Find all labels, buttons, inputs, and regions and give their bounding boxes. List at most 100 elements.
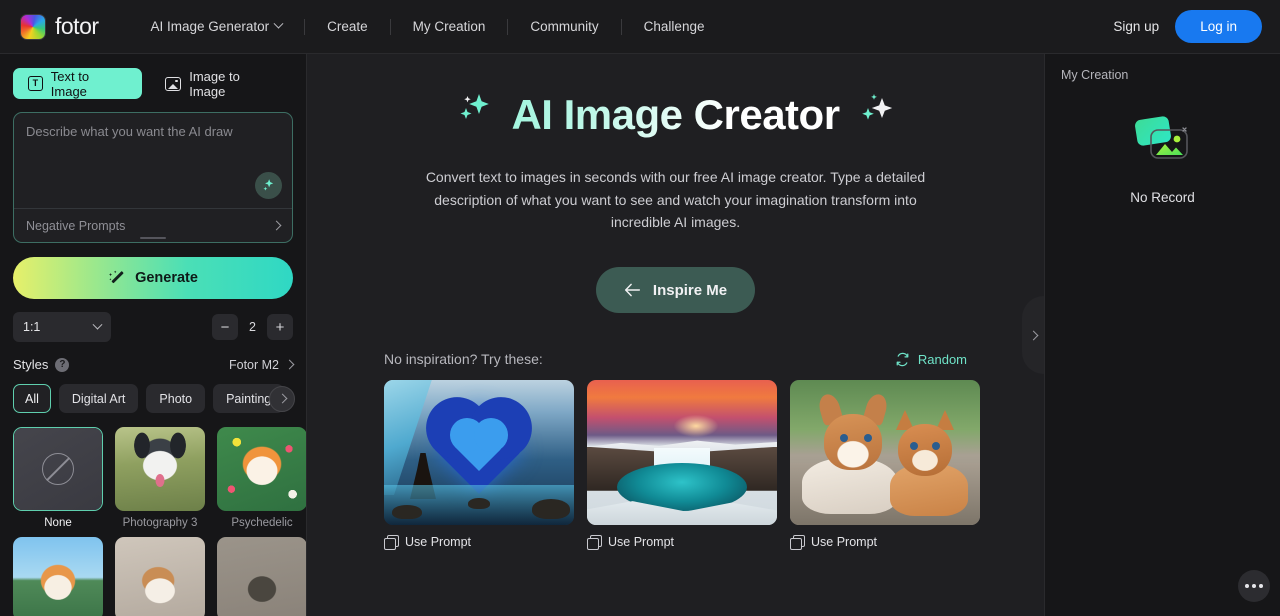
style-thumbnail <box>217 537 306 616</box>
prompt-input-container[interactable]: Describe what you want the AI draw Negat… <box>13 112 293 243</box>
panel-collapse-handle[interactable] <box>1022 296 1044 374</box>
style-preview-image <box>115 537 205 616</box>
question-icon[interactable]: ? <box>55 357 70 372</box>
inspiration-card-list: Use Prompt Use Prompt Use Prompt <box>307 380 1044 551</box>
account-actions: Sign up Log in <box>1113 10 1262 43</box>
left-settings-panel: T Text to Image Image to Image Describe … <box>0 54 307 616</box>
use-prompt-label: Use Prompt <box>608 535 674 550</box>
style-label: Photography 3 <box>122 517 198 529</box>
sample-image-heart[interactable] <box>384 380 574 526</box>
style-preview-image <box>115 427 205 511</box>
aspect-ratio-select[interactable]: 1:1 <box>13 312 111 342</box>
refresh-icon <box>895 352 910 367</box>
nav-item-create[interactable]: Create <box>305 12 390 42</box>
empty-state: No Record <box>1061 110 1264 205</box>
page-title: AI Image Creator <box>453 90 897 140</box>
style-categories-next-button[interactable] <box>269 385 295 412</box>
count-decrease-button[interactable]: − <box>212 314 238 340</box>
style-thumbnail <box>13 537 103 616</box>
style-preview-image <box>217 427 306 511</box>
model-selector[interactable]: Fotor M2 <box>228 357 295 372</box>
no-style-icon <box>14 428 102 510</box>
copy-icon <box>587 535 602 551</box>
style-preview-image <box>217 537 306 616</box>
style-thumbnail <box>13 427 103 511</box>
inspiration-card: Use Prompt <box>384 380 574 551</box>
text-icon: T <box>28 76 43 91</box>
use-prompt-button[interactable]: Use Prompt <box>587 535 777 551</box>
copy-icon <box>384 535 399 551</box>
style-option-psychedelic[interactable]: Psychedelic <box>217 427 306 529</box>
style-category-all[interactable]: All <box>13 384 51 413</box>
sample-artwork <box>384 380 574 526</box>
chevron-down-icon <box>92 319 103 330</box>
sample-image-waterfall[interactable] <box>587 380 777 526</box>
chevron-right-icon <box>284 359 295 370</box>
style-option-row2-2[interactable] <box>115 537 205 616</box>
random-button[interactable]: Random <box>895 352 967 367</box>
more-dots-icon[interactable] <box>1238 570 1270 602</box>
nav-item-community[interactable]: Community <box>508 12 620 42</box>
styles-title: Styles <box>13 357 49 372</box>
style-thumbnail <box>217 427 306 511</box>
brand-logo[interactable]: fotor <box>20 13 99 40</box>
count-increase-button[interactable]: + <box>267 314 293 340</box>
style-option-row2-1[interactable] <box>13 537 103 616</box>
use-prompt-label: Use Prompt <box>811 535 877 550</box>
workspace: T Text to Image Image to Image Describe … <box>0 54 1280 616</box>
use-prompt-button[interactable]: Use Prompt <box>384 535 574 551</box>
resize-handle[interactable] <box>140 237 166 239</box>
inspiration-card: Use Prompt <box>790 380 980 551</box>
try-these-label: No inspiration? Try these: <box>384 351 543 368</box>
model-label: Fotor M2 <box>228 357 279 372</box>
chevron-right-icon <box>271 220 282 231</box>
inspiration-card: Use Prompt <box>587 380 777 551</box>
aspect-ratio-value: 1:1 <box>23 320 41 334</box>
my-creation-title: My Creation <box>1061 68 1129 82</box>
arrow-left-icon <box>624 283 641 297</box>
inspire-me-button[interactable]: Inspire Me <box>595 267 756 314</box>
sparkle-icon[interactable] <box>255 172 282 199</box>
sample-artwork <box>790 380 980 526</box>
page-description: Convert text to images in seconds with o… <box>425 169 926 231</box>
style-option-row2-3[interactable] <box>217 537 306 616</box>
sign-up-link[interactable]: Sign up <box>1113 19 1159 34</box>
random-label: Random <box>917 351 967 367</box>
log-in-button[interactable]: Log in <box>1175 10 1262 43</box>
output-options-row: 1:1 − 2 + <box>13 312 293 342</box>
magic-wand-icon <box>108 269 126 287</box>
tab-label: Image to Image <box>189 68 240 99</box>
inspire-button-wrapper: Inspire Me <box>307 267 1044 314</box>
sparkles-icon <box>854 90 898 140</box>
style-category-photo[interactable]: Photo <box>146 384 206 413</box>
nav-item-ai-image-generator[interactable]: AI Image Generator <box>129 12 305 42</box>
style-option-photography-3[interactable]: Photography 3 <box>115 427 205 529</box>
sample-image-puppy-kitten[interactable] <box>790 380 980 526</box>
style-option-none[interactable]: None <box>13 427 103 529</box>
inspire-me-label: Inspire Me <box>652 281 728 299</box>
use-prompt-button[interactable]: Use Prompt <box>790 535 980 551</box>
use-prompt-label: Use Prompt <box>405 535 471 550</box>
inspiration-header: No inspiration? Try these: Random <box>307 351 1044 367</box>
tab-text-to-image[interactable]: T Text to Image <box>13 68 143 99</box>
prohibited-icon <box>42 453 74 485</box>
negative-prompts-label: Negative Prompts <box>26 218 126 233</box>
mode-tab-group: T Text to Image Image to Image <box>13 68 293 99</box>
tab-image-to-image[interactable]: Image to Image <box>150 68 293 99</box>
generate-label: Generate <box>135 270 198 286</box>
nav-item-challenge[interactable]: Challenge <box>622 12 727 42</box>
style-thumbnail <box>115 427 205 511</box>
styles-header: Styles ? Fotor M2 <box>13 357 295 372</box>
main-content-panel: AI Image Creator Convert text to images … <box>307 54 1044 616</box>
generate-button[interactable]: Generate <box>13 257 293 299</box>
style-label: Psychedelic <box>231 517 293 529</box>
nav-item-my-creation[interactable]: My Creation <box>391 12 508 42</box>
tab-label: Text to Image <box>50 68 90 99</box>
sparkles-icon <box>453 90 497 140</box>
style-category-digital-art[interactable]: Digital Art <box>58 384 139 413</box>
top-navigation-bar: fotor AI Image Generator Create My Creat… <box>0 0 1280 54</box>
brand-name: fotor <box>55 13 99 39</box>
page-title-text: AI Image Creator <box>511 91 840 138</box>
style-thumbnail <box>115 537 205 616</box>
style-thumbnail-grid: None Photography 3 Psychedelic <box>13 427 306 616</box>
